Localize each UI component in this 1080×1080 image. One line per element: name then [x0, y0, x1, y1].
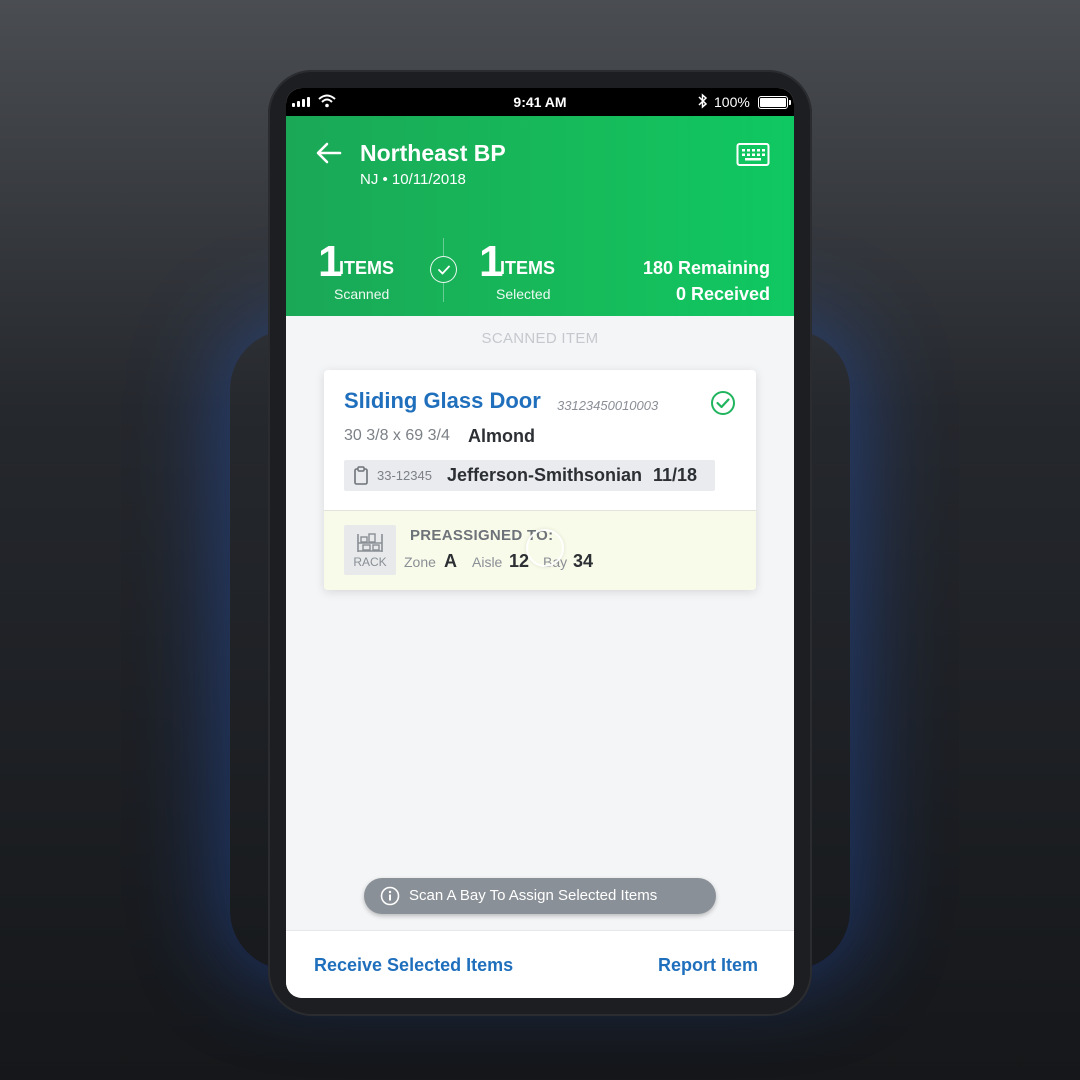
footer-actions: Receive Selected Items Report Item: [286, 930, 794, 998]
keyboard-icon[interactable]: [736, 142, 770, 168]
item-name: Sliding Glass Door: [344, 388, 541, 413]
battery-percent: 100%: [714, 94, 750, 110]
tap-indicator: [526, 529, 564, 567]
report-item-button[interactable]: Report Item: [658, 955, 758, 976]
back-arrow-icon[interactable]: [316, 142, 342, 164]
order-info: 33-12345 Jefferson-Smithsonian 11/18: [344, 460, 715, 491]
scanned-caption: Scanned: [334, 286, 390, 302]
order-date: 11/18: [653, 465, 698, 485]
phone-screen: 9:41 AM 100% Northeast BP NJ • 10/11/201…: [286, 88, 794, 998]
rack-label: RACK: [353, 555, 387, 569]
item-color: Almond: [468, 426, 535, 446]
received-count: 0 Received: [675, 284, 770, 304]
aisle-label: Aisle: [472, 554, 503, 570]
receive-selected-button[interactable]: Receive Selected Items: [314, 955, 513, 976]
hint-text: Scan A Bay To Assign Selected Items: [409, 887, 658, 904]
aisle-value: 12: [509, 551, 530, 571]
bluetooth-icon: [698, 93, 708, 109]
zone-value: A: [444, 551, 457, 571]
scanned-item-card[interactable]: Sliding Glass Door 33123450010003 30 3/8…: [324, 370, 756, 590]
scanned-unit: ITEMS: [339, 258, 395, 278]
bay-value: 34: [573, 551, 594, 571]
rack-icon: [357, 533, 383, 552]
clipboard-icon: [354, 466, 368, 485]
preassigned-section: RACK PREASSIGNED TO: Zone A Aisle 12 Bay…: [324, 510, 756, 590]
page-title: Northeast BP: [360, 140, 506, 166]
status-bar: 9:41 AM 100%: [286, 88, 794, 116]
page-subtitle: NJ • 10/11/2018: [360, 171, 466, 188]
selected-caption: Selected: [496, 286, 551, 302]
info-icon: [380, 886, 400, 906]
selected-unit: ITEMS: [500, 258, 556, 278]
hint-toast: Scan A Bay To Assign Selected Items: [364, 878, 716, 914]
item-sku: 33123450010003: [557, 398, 659, 413]
check-circle-icon: [430, 256, 457, 283]
check-circle-icon[interactable]: [710, 390, 736, 416]
item-dimensions: 30 3/8 x 69 3/4: [344, 427, 450, 444]
battery-icon: [758, 96, 791, 109]
rack-badge: RACK: [344, 525, 396, 575]
order-number: 33-12345: [377, 468, 432, 483]
header: Northeast BP NJ • 10/11/2018 1 ITEMS Sca…: [286, 116, 794, 316]
remaining-count: 180 Remaining: [642, 258, 770, 278]
section-label: SCANNED ITEM: [481, 330, 599, 347]
zone-label: Zone: [404, 554, 436, 570]
order-name: Jefferson-Smithsonian: [447, 465, 643, 485]
